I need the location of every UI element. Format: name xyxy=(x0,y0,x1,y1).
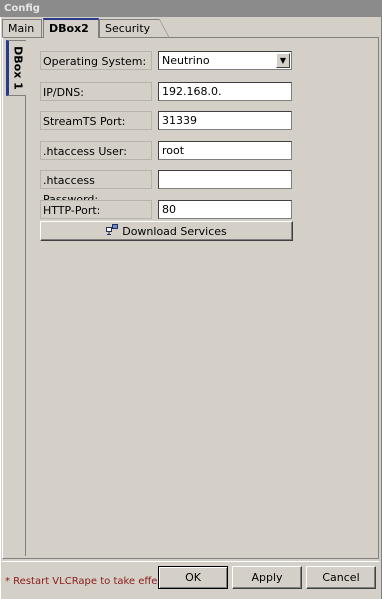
apply-button[interactable]: Apply xyxy=(232,566,302,589)
restart-notice: * Restart VLCRape to take effect! xyxy=(5,576,171,587)
tab-security[interactable]: Security xyxy=(99,19,169,38)
ip-label: IP/DNS: xyxy=(40,82,152,101)
os-label: Operating System: xyxy=(40,51,152,70)
stream-port-label: StreamTS Port: xyxy=(40,111,152,130)
side-tab-divider xyxy=(25,96,26,556)
chevron-down-icon[interactable]: ▼ xyxy=(276,53,290,68)
ok-button[interactable]: OK xyxy=(158,566,228,589)
htaccess-password-input[interactable] xyxy=(158,170,292,189)
window-title: Config xyxy=(0,0,382,17)
http-port-input[interactable]: 80 xyxy=(158,200,292,219)
side-tab-label: DBox 1 xyxy=(11,46,24,90)
htaccess-user-label: .htaccess User: xyxy=(40,141,152,160)
cancel-button[interactable]: Cancel xyxy=(306,566,376,589)
footer-divider xyxy=(2,561,379,562)
http-port-label: HTTP-Port: xyxy=(40,200,152,219)
htaccess-user-input[interactable]: root xyxy=(158,141,292,160)
network-download-icon xyxy=(106,222,119,240)
os-select-value: Neutrino xyxy=(162,54,210,67)
htaccess-password-label: .htaccess Password: xyxy=(40,170,152,206)
download-services-button[interactable]: Download Services xyxy=(40,221,293,241)
tab-main[interactable]: Main xyxy=(2,19,42,37)
ip-input[interactable]: 192.168.0. xyxy=(158,82,292,101)
tab-dbox2[interactable]: DBox2 xyxy=(43,18,99,38)
os-select[interactable]: Neutrino ▼ xyxy=(158,51,292,70)
side-tab-dbox1[interactable]: DBox 1 xyxy=(6,40,26,96)
stream-port-input[interactable]: 31339 xyxy=(158,111,292,130)
download-services-label: Download Services xyxy=(122,225,227,238)
